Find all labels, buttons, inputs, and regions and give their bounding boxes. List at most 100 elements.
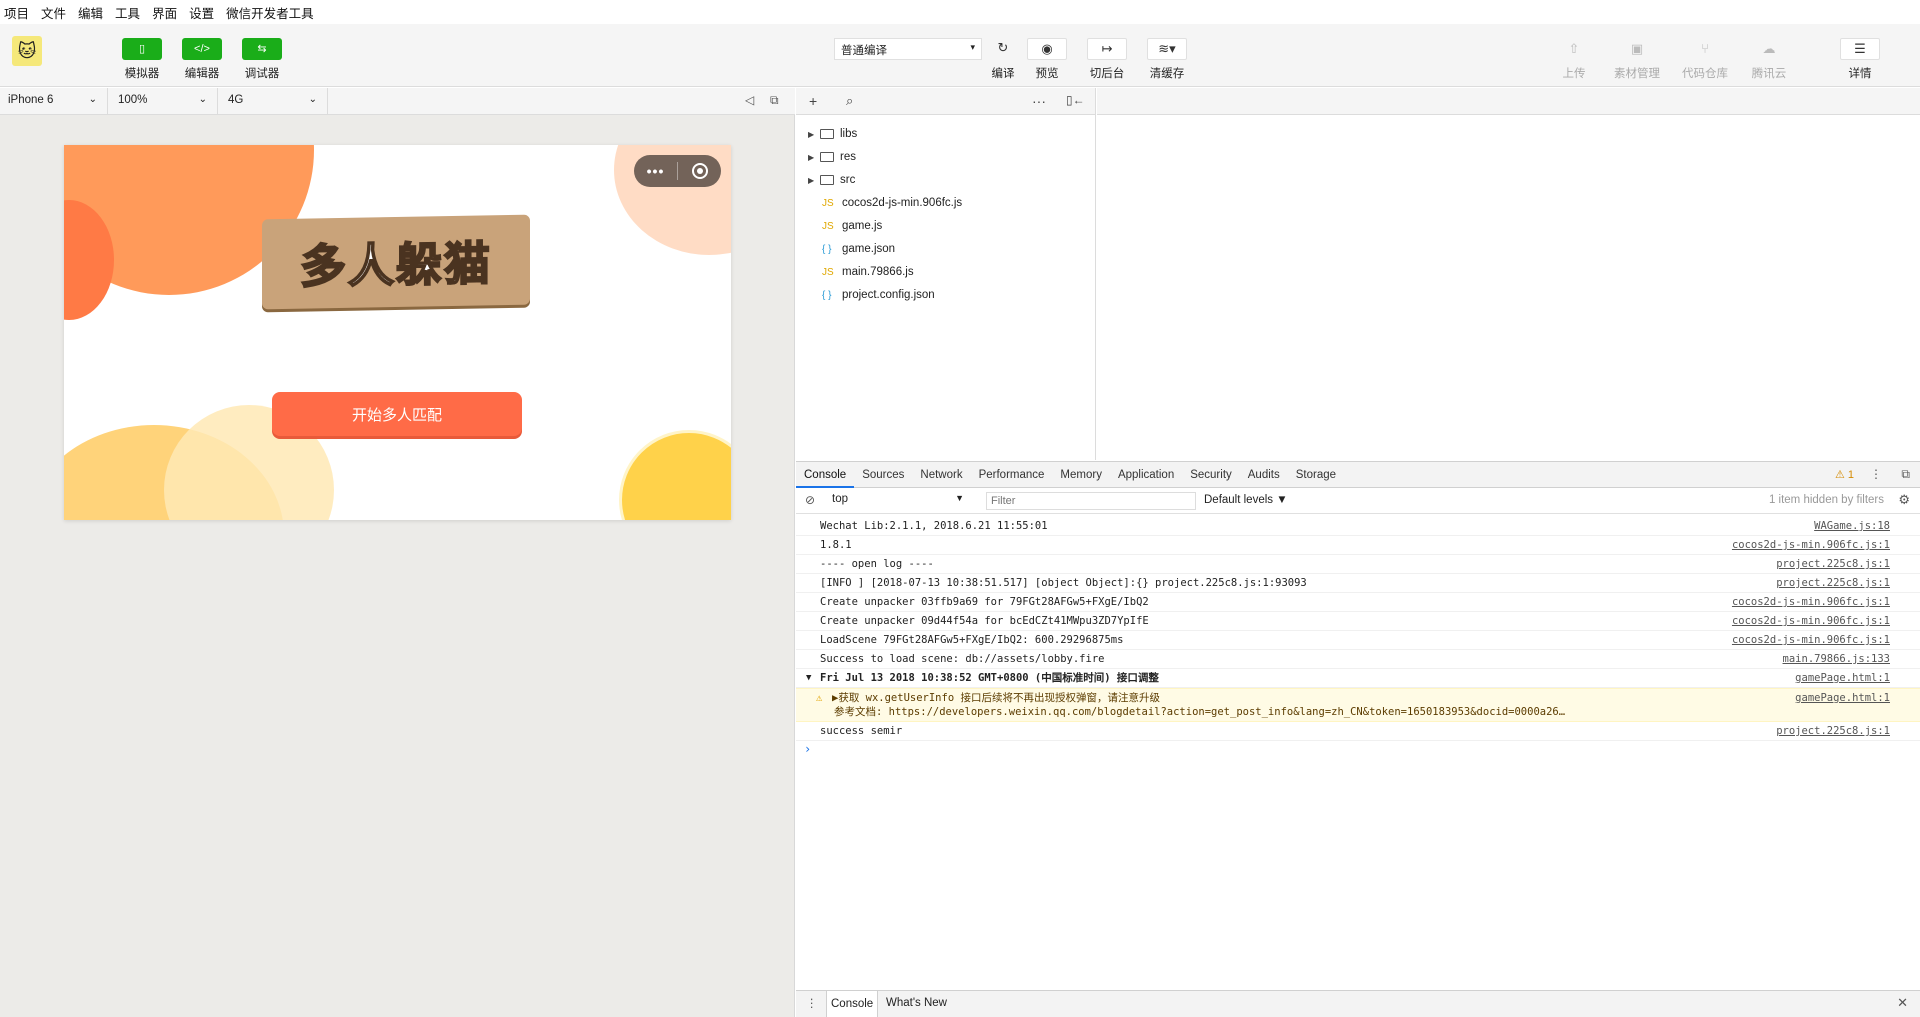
tab-memory[interactable]: Memory bbox=[1052, 462, 1110, 488]
json-file-icon: { } bbox=[822, 243, 832, 255]
debugger-button[interactable]: ⇆ 调试器 bbox=[242, 38, 282, 81]
tab-whats-new[interactable]: What's New bbox=[886, 997, 947, 1009]
close-icon[interactable]: ✕ bbox=[1897, 995, 1908, 1011]
chevron-down-icon: ⌄ bbox=[308, 94, 317, 105]
tree-folder[interactable]: ▶ libs bbox=[796, 123, 1096, 145]
menu-tools[interactable]: 工具 bbox=[115, 3, 140, 22]
tab-console-drawer[interactable]: Console bbox=[826, 991, 879, 1017]
device-select[interactable]: iPhone 6 ⌄ bbox=[0, 88, 108, 114]
main-toolbar: 🐱 ▯ 模拟器 </> 编辑器 ⇆ 调试器 普通编译 ▾ ↻ 编译 ◉ 预览 ↦ … bbox=[0, 24, 1920, 87]
close-game-icon[interactable] bbox=[678, 163, 721, 179]
eye-icon: ◉ bbox=[1027, 38, 1067, 60]
compile-mode-select[interactable]: 普通编译 ▾ bbox=[834, 38, 982, 60]
game-screen[interactable]: ••• 多人躲猫 开始多人匹配 bbox=[64, 145, 731, 520]
expand-arrow-icon[interactable]: ▼ bbox=[806, 669, 811, 687]
search-icon[interactable]: ⌕ bbox=[846, 93, 853, 109]
console-filter-bar: ⊘ top▼ Default levels ▼ 1 item hidden by… bbox=[796, 488, 1920, 514]
tree-file[interactable]: JS cocos2d-js-min.906fc.js bbox=[796, 192, 1096, 214]
undock-icon[interactable]: ⧉ bbox=[1901, 467, 1910, 482]
clear-console-icon[interactable]: ⊘ bbox=[805, 493, 815, 507]
expand-arrow-icon: ▶ bbox=[808, 129, 815, 139]
tencent-cloud-button[interactable]: ☁ 腾讯云 bbox=[1744, 38, 1794, 81]
collapse-panel-icon[interactable]: ▯← bbox=[1066, 93, 1085, 107]
tab-console[interactable]: Console bbox=[796, 462, 855, 488]
tree-folder[interactable]: ▶ src bbox=[796, 169, 1096, 191]
tree-file[interactable]: { } game.json bbox=[796, 238, 1096, 260]
tab-security[interactable]: Security bbox=[1182, 462, 1240, 488]
menu-settings[interactable]: 设置 bbox=[189, 3, 214, 22]
console-filter-input[interactable] bbox=[986, 492, 1196, 510]
assets-button[interactable]: ▣ 素材管理 bbox=[1612, 38, 1662, 81]
warning-icon: ⚠ bbox=[816, 692, 823, 704]
mute-icon[interactable]: ◁ bbox=[745, 93, 754, 107]
avatar[interactable]: 🐱 bbox=[12, 36, 42, 66]
console-line: [INFO ] [2018-07-13 10:38:51.517] [objec… bbox=[796, 574, 1920, 593]
menu-file[interactable]: 文件 bbox=[41, 3, 66, 22]
context-select[interactable]: top ▼ bbox=[828, 491, 968, 510]
tab-sources[interactable]: Sources bbox=[854, 462, 912, 488]
details-button[interactable]: ☰ 详情 bbox=[1840, 38, 1880, 81]
background-button[interactable]: ↦ 切后台 bbox=[1087, 38, 1127, 81]
editor-button[interactable]: </> 编辑器 bbox=[182, 38, 222, 81]
tree-file[interactable]: JS game.js bbox=[796, 215, 1096, 237]
js-file-icon: JS bbox=[822, 266, 834, 278]
console-line: Wechat Lib:2.1.1, 2018.6.21 11:55:01 WAGa… bbox=[796, 517, 1920, 536]
editor-tab-bar bbox=[1097, 88, 1920, 115]
compile-button[interactable]: ↻ 编译 bbox=[986, 38, 1020, 81]
simulator-bar: iPhone 6 ⌄ 100% ⌄ 4G ⌄ ◁ ⧉ bbox=[0, 88, 795, 115]
capsule-menu[interactable]: ••• bbox=[634, 155, 721, 187]
menu-devtools[interactable]: 微信开发者工具 bbox=[226, 3, 314, 22]
chevron-down-icon: ⌄ bbox=[198, 94, 207, 105]
debug-icon: ⇆ bbox=[242, 38, 282, 60]
branch-icon: ⑂ bbox=[1701, 41, 1709, 56]
zoom-select[interactable]: 100% ⌄ bbox=[110, 88, 218, 114]
tree-file[interactable]: JS main.79866.js bbox=[796, 261, 1096, 283]
add-icon[interactable]: + bbox=[809, 93, 817, 109]
console-prompt[interactable]: › bbox=[804, 742, 811, 756]
menu-project[interactable]: 项目 bbox=[4, 3, 29, 22]
kebab-menu-icon[interactable]: ⋮ bbox=[806, 996, 818, 1010]
tree-folder[interactable]: ▶ res bbox=[796, 146, 1096, 168]
upload-icon: ⇧ bbox=[1568, 41, 1580, 56]
tab-storage[interactable]: Storage bbox=[1288, 462, 1344, 488]
tab-performance[interactable]: Performance bbox=[971, 462, 1053, 488]
hidden-items-text: 1 item hidden by filters bbox=[1768, 494, 1884, 506]
warning-count-badge[interactable]: ⚠ 1 bbox=[1835, 468, 1854, 481]
menu-edit[interactable]: 编辑 bbox=[78, 3, 103, 22]
more-icon[interactable]: ··· bbox=[1032, 93, 1046, 109]
simulator-area: ••• 多人躲猫 开始多人匹配 bbox=[0, 115, 795, 1017]
console-line: Create unpacker 03ffb9a69 for 79FGt28AFG… bbox=[796, 593, 1920, 612]
folder-icon bbox=[820, 175, 834, 185]
log-levels-select[interactable]: Default levels ▼ bbox=[1204, 494, 1288, 506]
popout-icon[interactable]: ⧉ bbox=[770, 93, 779, 108]
switch-background-icon: ↦ bbox=[1087, 38, 1127, 60]
start-match-button[interactable]: 开始多人匹配 bbox=[272, 392, 522, 436]
upload-button[interactable]: ⇧ 上传 bbox=[1549, 38, 1599, 81]
file-tree-panel: + ⌕ ··· ▯← ▶ libs ▶ res ▶ src JS cocos2d-js-… bbox=[796, 88, 1096, 460]
preview-button[interactable]: ◉ 预览 bbox=[1027, 38, 1067, 81]
tree-file[interactable]: { } project.config.json bbox=[796, 284, 1096, 306]
chevron-down-icon: ▾ bbox=[970, 42, 975, 52]
doc-link[interactable]: 参考文档: https://developers.weixin.qq.com/b… bbox=[832, 705, 1920, 719]
console-group-header[interactable]: ▼ Fri Jul 13 2018 10:38:52 GMT+0800 (中国标准… bbox=[796, 669, 1920, 688]
console-warning: ⚠ ▶获取 wx.getUserInfo 接口后续将不再出现授权弹窗，请注意升级… bbox=[796, 688, 1920, 722]
decor-circle bbox=[619, 430, 731, 520]
network-select[interactable]: 4G ⌄ bbox=[220, 88, 328, 114]
console-line: Success to load scene: db://assets/lobby… bbox=[796, 650, 1920, 669]
gear-icon[interactable]: ⚙ bbox=[1898, 492, 1910, 508]
more-icon[interactable]: ••• bbox=[634, 163, 677, 179]
folder-icon bbox=[820, 129, 834, 139]
menu-view[interactable]: 界面 bbox=[152, 3, 177, 22]
simulator-button[interactable]: ▯ 模拟器 bbox=[122, 38, 162, 81]
game-logo: 多人躲猫 bbox=[262, 214, 530, 310]
repo-button[interactable]: ⑂ 代码仓库 bbox=[1680, 38, 1730, 81]
chevron-down-icon: ▼ bbox=[955, 493, 964, 503]
file-tree-toolbar: + ⌕ ··· ▯← bbox=[796, 88, 1095, 115]
clear-cache-button[interactable]: ≋▾ 清缓存 bbox=[1147, 38, 1187, 81]
tab-network[interactable]: Network bbox=[912, 462, 970, 488]
kebab-menu-icon[interactable]: ⋮ bbox=[1870, 467, 1882, 481]
phone-icon: ▯ bbox=[122, 38, 162, 60]
folder-icon bbox=[820, 152, 834, 162]
tab-audits[interactable]: Audits bbox=[1240, 462, 1288, 488]
tab-application[interactable]: Application bbox=[1110, 462, 1182, 488]
